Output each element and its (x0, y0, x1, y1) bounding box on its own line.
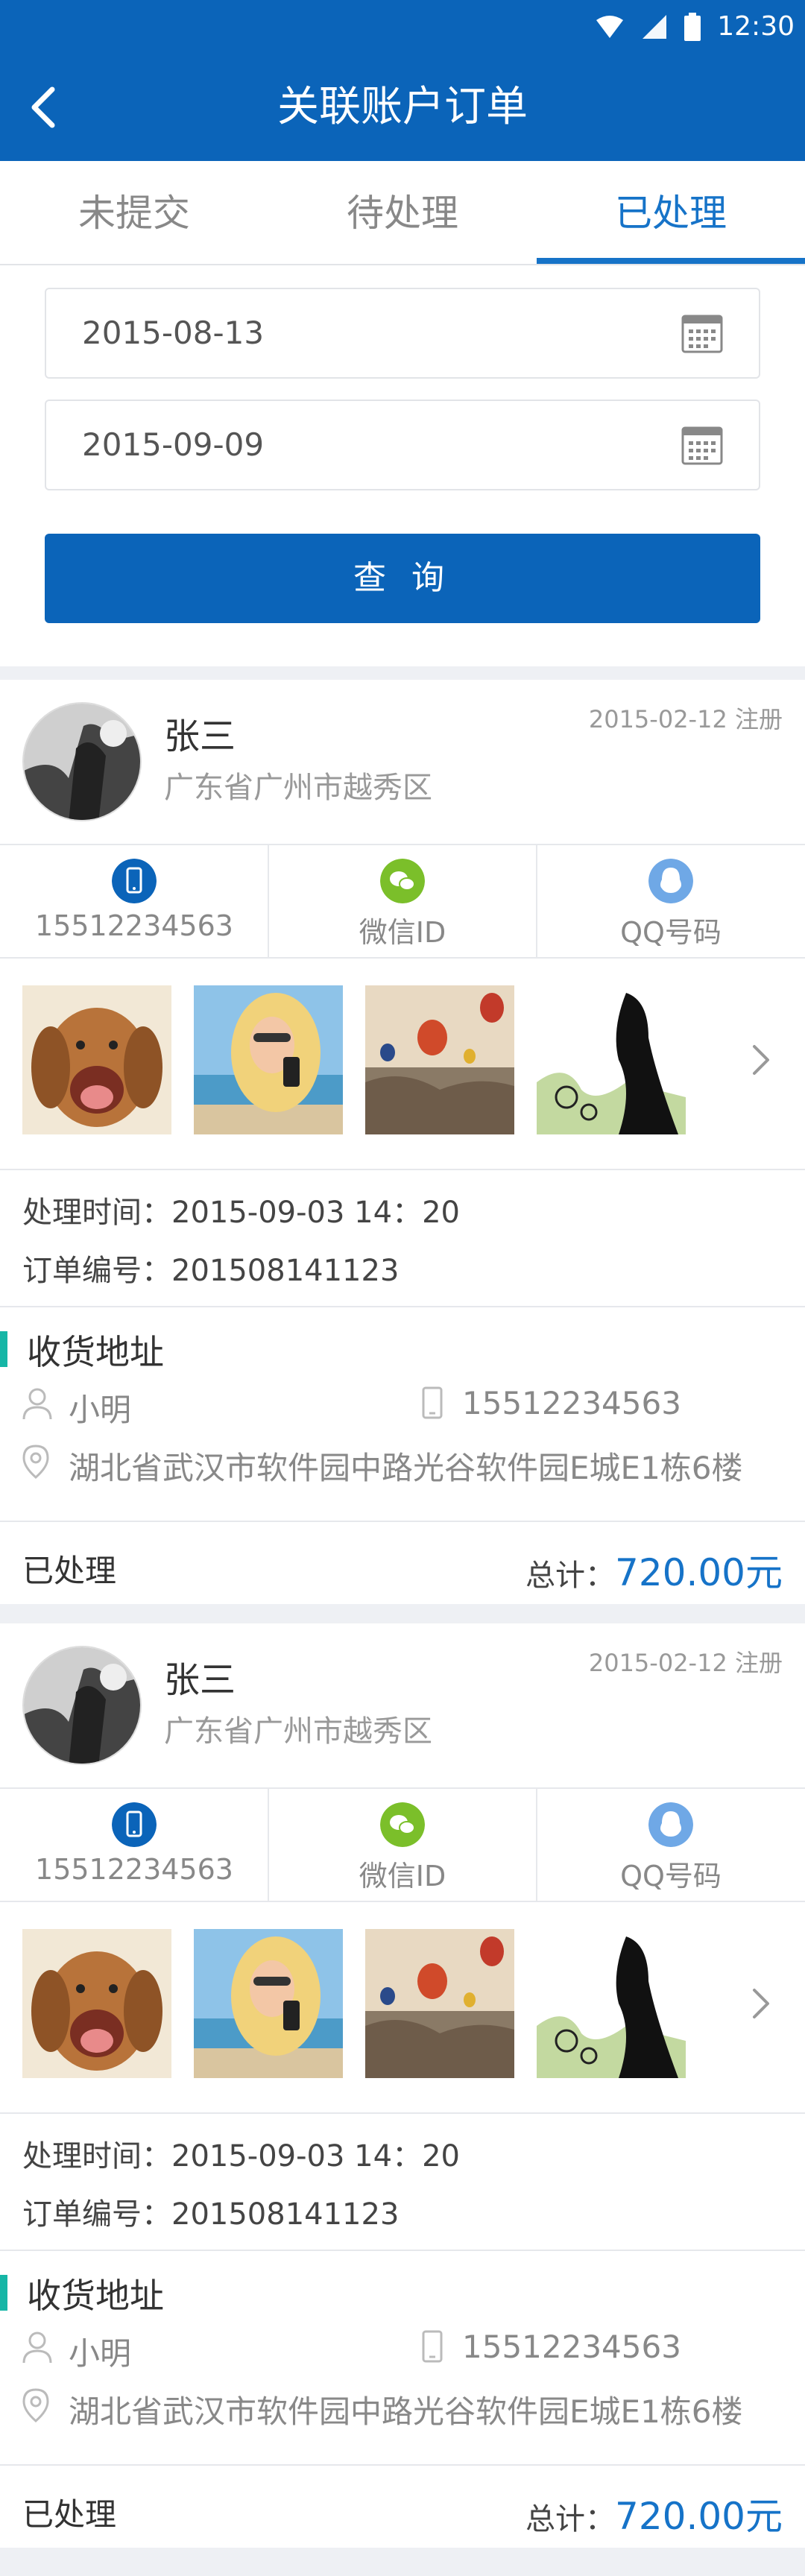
address-section-title: 收货地址 (27, 2276, 164, 2316)
product-thumbnail-balloons[interactable] (365, 1929, 514, 2078)
receiver-phone: 15512234563 (462, 1385, 681, 1421)
calendar-icon[interactable] (680, 310, 724, 355)
order-number: 订单编号：201508141123 (22, 2197, 400, 2232)
battery-icon (684, 13, 701, 41)
total-label: 总计： (525, 2502, 616, 2536)
receiver-name: 小明 (69, 1392, 132, 1428)
avatar[interactable] (22, 1646, 142, 1765)
contact-phone-label: 15512234563 (35, 1853, 233, 1886)
location-pin-icon (22, 2388, 49, 2422)
total-label: 总计： (525, 1559, 616, 1593)
divider (0, 1901, 805, 1902)
tab-bar: 未提交 待处理 已处理 (0, 161, 805, 265)
status-bar: 12:30 (0, 0, 805, 54)
order-status: 已处理 (22, 2496, 117, 2533)
header-bar: 关联账户订单 (0, 54, 805, 161)
register-date: 2015-02-12 注册 (588, 705, 783, 733)
wifi-icon (596, 16, 624, 38)
divider (0, 2112, 805, 2114)
phone-icon (422, 2330, 443, 2363)
signal-icon (643, 15, 667, 39)
divider (0, 1306, 805, 1307)
divider (0, 1169, 805, 1170)
phone-icon (422, 1386, 443, 1419)
product-thumbnail-dog[interactable] (22, 1929, 171, 2078)
qq-icon (648, 859, 693, 903)
customer-name: 张三 (164, 716, 236, 757)
contact-wechat-label: 微信ID (359, 916, 446, 949)
product-thumbnail-dog[interactable] (22, 985, 171, 1134)
page-title: 关联账户订单 (277, 83, 528, 131)
phone-icon (112, 1802, 157, 1847)
phone-icon (112, 859, 157, 903)
section-accent-bar (0, 2275, 7, 2311)
order-total: 总计：720.00元 (525, 2487, 783, 2540)
order-number: 订单编号：201508141123 (22, 1254, 400, 1288)
order-card: 张三 广东省广州市越秀区 2015-02-12 注册 15512234563 微… (0, 1623, 805, 2548)
contact-wechat[interactable]: 微信ID (268, 1787, 537, 1901)
location-pin-icon (22, 1445, 49, 1479)
contact-wechat[interactable]: 微信ID (268, 844, 537, 957)
total-amount: 720.00元 (615, 2495, 783, 2538)
product-thumbnail-art[interactable] (537, 985, 686, 1134)
divider (0, 957, 805, 959)
contact-phone-label: 15512234563 (35, 909, 233, 942)
status-time: 12:30 (717, 11, 795, 42)
wechat-icon (380, 1802, 425, 1847)
customer-location: 广东省广州市越秀区 (164, 771, 432, 805)
person-icon (22, 1388, 52, 1420)
contact-qq-label: QQ号码 (620, 916, 722, 949)
divider (0, 2250, 805, 2251)
end-date-field[interactable]: 2015-09-09 (45, 400, 760, 490)
receiver-name: 小明 (69, 2335, 132, 2372)
product-thumbnail-art[interactable] (537, 1929, 686, 2078)
tab-unsubmitted[interactable]: 未提交 (0, 161, 268, 265)
receiver-phone: 15512234563 (462, 2329, 681, 2365)
wechat-icon (380, 859, 425, 903)
contact-wechat-label: 微信ID (359, 1860, 446, 1892)
tab-pending[interactable]: 待处理 (268, 161, 537, 265)
avatar[interactable] (22, 702, 142, 821)
order-card: 张三 广东省广州市越秀区 2015-02-12 注册 15512234563 微… (0, 680, 805, 1604)
receiver-address: 湖北省武汉市软件园中路光谷软件园E城E1栋6楼 (69, 2393, 743, 2430)
qq-icon (648, 1802, 693, 1847)
status-icons: 12:30 (595, 9, 795, 45)
product-thumbnail-woman[interactable] (194, 985, 343, 1134)
contact-phone[interactable]: 15512234563 (0, 844, 268, 957)
start-date-value: 2015-08-13 (82, 315, 265, 351)
query-button[interactable]: 查 询 (45, 534, 760, 623)
product-thumbnail-balloons[interactable] (365, 985, 514, 1134)
customer-location: 广东省广州市越秀区 (164, 1714, 432, 1749)
start-date-field[interactable]: 2015-08-13 (45, 288, 760, 379)
app-root: 12:30 关联账户订单 未提交 待处理 已处理 2015-08-13 2015… (0, 0, 805, 2576)
contact-phone[interactable]: 15512234563 (0, 1787, 268, 1901)
section-accent-bar (0, 1331, 7, 1367)
tab-active-indicator (537, 258, 805, 264)
chevron-right-icon[interactable] (738, 1981, 783, 2026)
contact-qq[interactable]: QQ号码 (537, 844, 805, 957)
address-section-title: 收货地址 (27, 1332, 164, 1372)
register-date: 2015-02-12 注册 (588, 1649, 783, 1677)
tab-processed[interactable]: 已处理 (537, 161, 805, 265)
contact-qq[interactable]: QQ号码 (537, 1787, 805, 1901)
process-time: 处理时间：2015-09-03 14：20 (22, 2139, 460, 2174)
order-total: 总计：720.00元 (525, 1543, 783, 1597)
customer-name: 张三 (164, 1659, 236, 1701)
divider (0, 1521, 805, 1522)
receiver-address: 湖北省武汉市软件园中路光谷软件园E城E1栋6楼 (69, 1450, 743, 1486)
end-date-value: 2015-09-09 (82, 426, 265, 463)
process-time: 处理时间：2015-09-03 14：20 (22, 1196, 460, 1230)
total-amount: 720.00元 (615, 1551, 783, 1594)
calendar-icon[interactable] (680, 422, 724, 467)
date-filter: 2015-08-13 2015-09-09 查 询 (0, 265, 805, 666)
chevron-right-icon[interactable] (738, 1038, 783, 1082)
product-thumbnail-woman[interactable] (194, 1929, 343, 2078)
order-status: 已处理 (22, 1553, 117, 1589)
divider (0, 2464, 805, 2466)
contact-qq-label: QQ号码 (620, 1860, 722, 1892)
person-icon (22, 2332, 52, 2364)
